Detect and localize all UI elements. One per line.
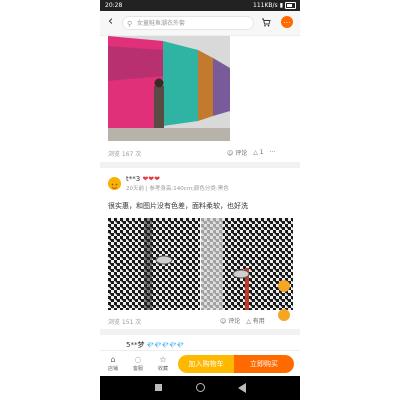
review3-username: 5**梦 [126,341,145,349]
review-photo-houndstooth-1[interactable] [108,218,200,310]
battery-icon [285,2,296,9]
divider [100,329,300,335]
review2-actions: ☺ 评论 △ 有用 [220,316,265,325]
review1-more-icon[interactable]: ··· [270,149,276,156]
system-navigation-bar [100,376,300,400]
cart-icon[interactable] [261,17,271,27]
back-arrow-icon[interactable]: ‹ [108,14,113,29]
favorite-button[interactable]: ☆ 收藏 [153,354,173,372]
avatar-face-icon [108,179,121,190]
shop-label: 店铺 [107,366,118,372]
add-to-cart-button[interactable]: 加入购物车 [178,355,234,373]
shop-button[interactable]: ⌂ 店铺 [103,354,123,372]
home-icon[interactable] [196,383,205,392]
search-placeholder: 女童鲑鱼潮衣外套 [137,20,186,27]
review2-views: 浏览 151 次 [108,319,142,326]
comment-icon: ☺ [227,150,234,157]
comment-label: 评论 [235,150,248,157]
more-menu-icon[interactable]: … [281,16,293,28]
search-input[interactable]: ⚲ 女童鲑鱼潮衣外套 [122,16,254,30]
review-photo-houndstooth-2[interactable] [201,218,293,310]
avatar[interactable] [108,177,121,190]
review2-useful-button[interactable]: △ 有用 [246,316,265,325]
floating-top-icon[interactable] [278,309,290,321]
top-navigation-bar: ‹ ⚲ 女童鲑鱼潮衣外套 … [100,11,300,36]
bottom-action-bar: ⌂ 店铺 ◌ 客服 ☆ 收藏 加入购物车 立即购买 [100,350,300,377]
phone-screen: 20:28 111KB/s ▮ ‹ ⚲ 女童鲑鱼潮衣外套 … 浏览 167 次 … [100,0,300,400]
signal-icon: ▮ [279,2,283,9]
recent-apps-icon[interactable] [155,384,162,391]
status-right: 111KB/s ▮ [253,0,296,11]
diamond-rating-icon: 💎💎💎💎💎 [146,342,185,349]
favorite-label: 收藏 [157,366,168,372]
service-icon: ◌ [134,355,142,364]
buy-now-button[interactable]: 立即购买 [234,355,294,373]
thumb-up-icon: △ [246,318,251,325]
review1-like-button[interactable]: △ 1 [253,149,263,156]
review2-text: 很实惠，和图片没有色差，面料柔软，也好洗 [108,202,248,210]
search-icon: ⚲ [127,20,133,28]
network-speed: 111KB/s [253,2,278,9]
review1-views: 浏览 167 次 [108,151,142,158]
review-feed: 浏览 167 次 ☺ 评论 △ 1 ··· t**3 ❤❤❤ 20天前 | 参考… [100,36,300,350]
review2-username: t**3 ❤❤❤ [126,175,160,183]
service-button[interactable]: ◌ 客服 [128,354,148,372]
status-time: 20:28 [105,2,123,9]
review-photo-rainbow-wall[interactable] [108,36,230,141]
review1-actions: ☺ 评论 △ 1 ··· [227,148,275,157]
useful-label: 有用 [252,318,265,325]
service-label: 客服 [132,366,143,372]
thumb-up-icon: △ [253,149,258,156]
review3-header: 5**梦 💎💎💎💎💎 [126,340,184,350]
review1-comment-button[interactable]: ☺ 评论 [227,148,247,157]
review2-comment-button[interactable]: ☺ 评论 [220,316,240,325]
back-icon[interactable] [238,383,246,393]
floating-bookmark-icon[interactable] [278,280,290,292]
heart-rating-icon: ❤❤❤ [142,175,161,183]
comment-icon: ☺ [220,318,227,325]
username-text: t**3 [126,175,141,183]
comment-label: 评论 [228,318,241,325]
status-bar: 20:28 111KB/s ▮ [100,0,300,11]
star-icon: ☆ [159,355,167,364]
divider [100,162,300,168]
like-count: 1 [259,149,264,156]
review2-meta: 20天前 | 参考身高:140cm;颜色分类:黑色 [126,186,229,192]
shop-icon: ⌂ [110,355,116,364]
